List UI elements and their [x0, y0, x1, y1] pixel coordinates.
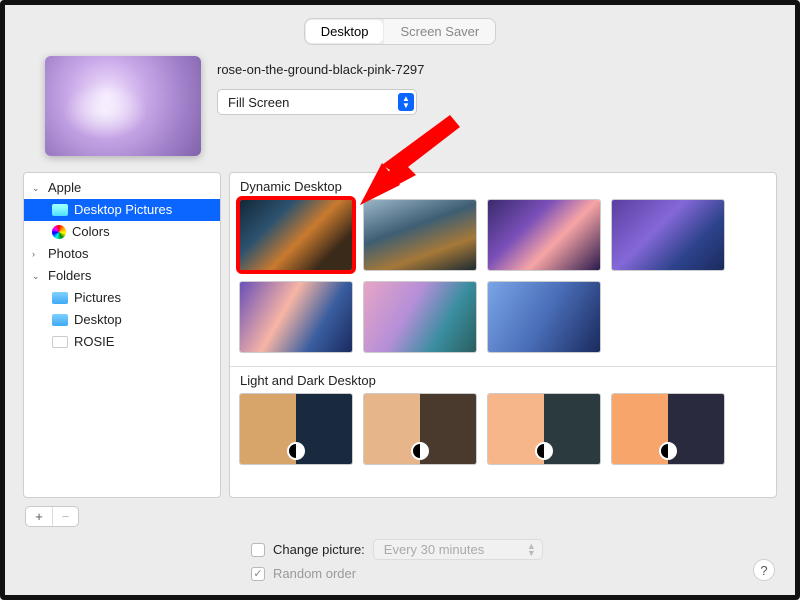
- folder-icon: [52, 314, 68, 326]
- chevron-down-icon: ⌄: [32, 267, 42, 285]
- lightdark-thumbs: [230, 392, 776, 478]
- current-wallpaper-info: rose-on-the-ground-black-pink-7297 Fill …: [217, 56, 775, 115]
- sidebar-item-pictures[interactable]: Pictures: [24, 287, 220, 309]
- segmented-control: Desktop Screen Saver: [305, 19, 495, 44]
- folder-icon: [52, 292, 68, 304]
- wallpaper-thumb[interactable]: [488, 282, 600, 352]
- add-remove-source: + −: [25, 506, 79, 527]
- tab-bar: Desktop Screen Saver: [5, 5, 795, 50]
- wallpaper-thumb[interactable]: [364, 200, 476, 270]
- wallpaper-thumb[interactable]: [364, 394, 476, 464]
- desktop-prefs-window: Desktop Screen Saver rose-on-the-ground-…: [0, 0, 800, 600]
- sidebar-group-folders[interactable]: ⌄ Folders: [24, 265, 220, 287]
- source-sidebar[interactable]: ⌄ Apple Desktop Pictures Colors › Photos…: [23, 172, 221, 498]
- current-wallpaper-header: rose-on-the-ground-black-pink-7297 Fill …: [5, 50, 795, 172]
- wallpaper-thumb[interactable]: [364, 282, 476, 352]
- updown-icon: ▲▼: [527, 543, 536, 557]
- random-order-checkbox[interactable]: [251, 567, 265, 581]
- wallpaper-thumb[interactable]: [240, 394, 352, 464]
- wallpaper-thumb[interactable]: [612, 394, 724, 464]
- add-button[interactable]: +: [26, 507, 52, 526]
- wallpaper-thumb[interactable]: [488, 394, 600, 464]
- updown-icon: ▲▼: [398, 93, 414, 111]
- wallpaper-thumb[interactable]: [612, 200, 724, 270]
- tab-screensaver[interactable]: Screen Saver: [384, 19, 495, 44]
- chevron-down-icon: ⌄: [32, 179, 42, 197]
- change-interval-select[interactable]: Every 30 minutes ▲▼: [373, 539, 543, 560]
- light-dark-icon: [287, 442, 305, 460]
- sidebar-item-desktop-pictures[interactable]: Desktop Pictures: [24, 199, 220, 221]
- sidebar-item-colors[interactable]: Colors: [24, 221, 220, 243]
- light-dark-icon: [659, 442, 677, 460]
- folder-icon: [52, 336, 68, 348]
- current-wallpaper-name: rose-on-the-ground-black-pink-7297: [217, 62, 775, 77]
- fill-mode-select[interactable]: Fill Screen ▲▼: [217, 89, 417, 115]
- dynamic-thumbs: [230, 198, 776, 366]
- chevron-right-icon: ›: [32, 245, 42, 263]
- light-dark-icon: [411, 442, 429, 460]
- help-button[interactable]: ?: [753, 559, 775, 581]
- current-wallpaper-preview: [45, 56, 201, 156]
- sidebar-item-desktop[interactable]: Desktop: [24, 309, 220, 331]
- wallpaper-browser[interactable]: Dynamic Desktop Light and Dark Desktop: [229, 172, 777, 498]
- section-light-dark: Light and Dark Desktop: [230, 367, 776, 392]
- color-wheel-icon: [52, 225, 66, 239]
- sidebar-item-rosie[interactable]: ROSIE: [24, 331, 220, 353]
- wallpaper-thumb[interactable]: [488, 200, 600, 270]
- change-picture-label: Change picture:: [273, 542, 365, 557]
- wallpaper-thumb[interactable]: [240, 282, 352, 352]
- fill-mode-label: Fill Screen: [228, 95, 289, 110]
- sidebar-group-apple[interactable]: ⌄ Apple: [24, 177, 220, 199]
- tab-desktop[interactable]: Desktop: [305, 19, 385, 44]
- light-dark-icon: [535, 442, 553, 460]
- folder-icon: [52, 204, 68, 216]
- change-picture-row: Change picture: Every 30 minutes ▲▼: [251, 539, 543, 560]
- wallpaper-thumb[interactable]: [240, 200, 352, 270]
- remove-button[interactable]: −: [52, 507, 78, 526]
- random-order-label: Random order: [273, 566, 356, 581]
- footer: + −: [5, 498, 795, 527]
- sidebar-group-photos[interactable]: › Photos: [24, 243, 220, 265]
- change-picture-checkbox[interactable]: [251, 543, 265, 557]
- section-dynamic-desktop: Dynamic Desktop: [230, 173, 776, 198]
- random-order-row: Random order: [251, 566, 543, 581]
